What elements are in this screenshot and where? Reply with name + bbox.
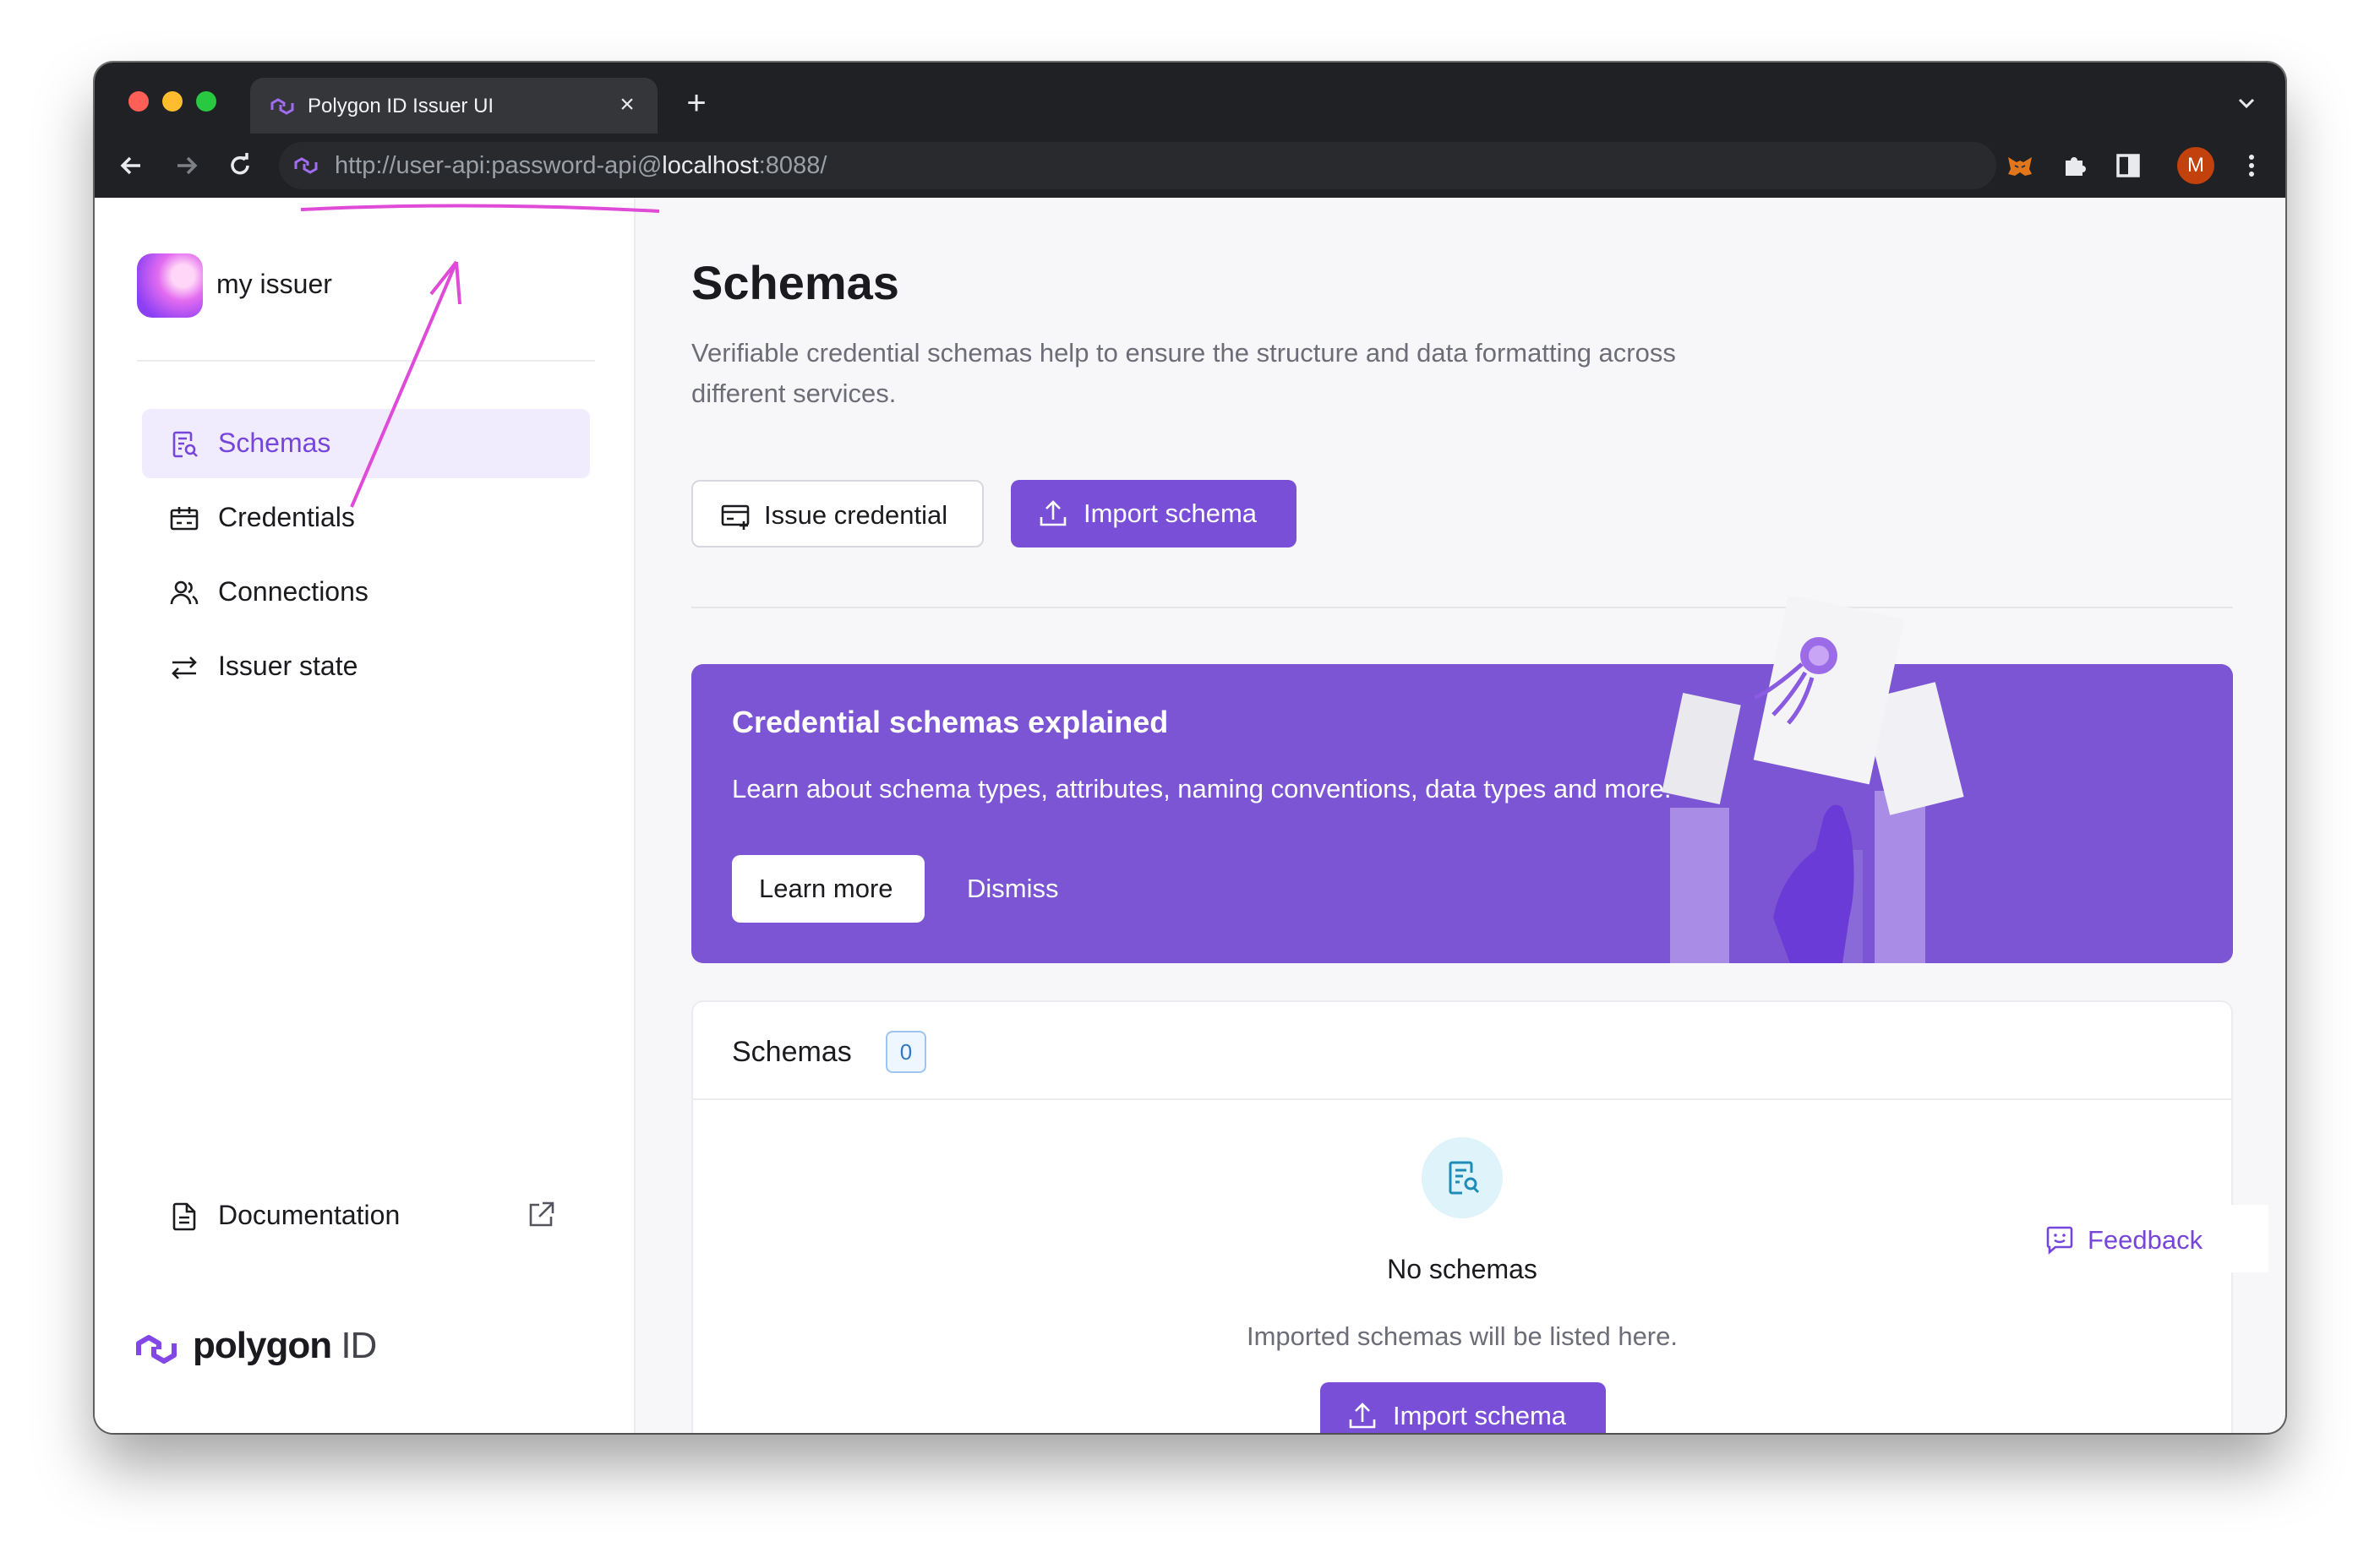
page-description: Verifiable credential schemas help to en… [691, 338, 1676, 408]
document-icon [172, 1202, 196, 1231]
dismiss-button[interactable]: Dismiss [967, 874, 1059, 904]
back-arrow-icon[interactable] [113, 147, 150, 184]
schema-icon [172, 431, 198, 458]
credential-icon [170, 507, 199, 531]
arrows-swap-icon [172, 656, 197, 679]
address-bar[interactable]: http://user-api:password-api@localhost:8… [279, 142, 1996, 189]
issue-credential-button[interactable]: Issue credential [691, 480, 984, 547]
feedback-label: Feedback [2088, 1225, 2203, 1255]
info-banner: Credential schemas explained Learn about… [691, 597, 2233, 963]
banner-title: Credential schemas explained [732, 705, 1169, 739]
sidebar-item-label: Connections [218, 576, 368, 607]
browser-menu-icon[interactable] [2233, 147, 2270, 184]
hand-holding-credential-illustration [1662, 597, 1964, 963]
empty-state-title: No schemas [1387, 1254, 1537, 1284]
profile-avatar[interactable]: M [2177, 147, 2214, 184]
documentation-link[interactable]: Documentation [142, 1191, 590, 1242]
tab-title: Polygon ID Issuer UI [308, 95, 494, 117]
import-schema-button[interactable]: Import schema [1011, 480, 1296, 547]
empty-state-description: Imported schemas will be listed here. [1246, 1321, 1678, 1351]
sidebar-item-label: Schemas [218, 428, 331, 458]
issuer-logo [137, 253, 203, 318]
users-icon [170, 580, 199, 605]
issuer-app: my issuer Schemas Credentials Connection… [95, 198, 2285, 1433]
browser-tab[interactable]: Polygon ID Issuer UI × [250, 78, 658, 133]
schemas-count-badge: 0 [886, 1031, 926, 1073]
feedback-icon [2046, 1226, 2073, 1255]
forward-arrow-icon[interactable] [167, 147, 205, 184]
issuer-name: my issuer [216, 269, 332, 299]
url-text: http://user-api:password-api@localhost:8… [335, 152, 827, 179]
learn-more-button[interactable]: Learn more [732, 855, 925, 923]
tab-search-chevron-icon[interactable] [2231, 88, 2262, 118]
reload-icon[interactable] [221, 147, 259, 184]
upload-icon [1040, 500, 1067, 526]
card-divider [693, 1098, 2231, 1100]
sidebar-item-label: Issuer state [218, 651, 358, 681]
browser-chrome: Polygon ID Issuer UI × + http://user-api… [95, 63, 2285, 198]
polygon-favicon-icon [270, 98, 294, 115]
sidebar-item-schemas[interactable]: Schemas [142, 409, 590, 478]
metamask-extension-icon[interactable] [2001, 147, 2039, 184]
empty-state-icon-wrap [1422, 1137, 1503, 1218]
card-title: Schemas [732, 1036, 852, 1068]
sidebar-item-credentials[interactable]: Credentials [142, 483, 590, 553]
external-link-icon [529, 1201, 554, 1227]
upload-icon [1349, 1403, 1376, 1429]
tab-close-icon[interactable]: × [614, 91, 641, 118]
side-panel-icon[interactable] [2110, 147, 2147, 184]
extensions-puzzle-icon[interactable] [2055, 147, 2093, 184]
polygon-site-icon [294, 157, 318, 174]
polygon-logo-icon [136, 1335, 177, 1364]
empty-import-schema-button[interactable]: Import schema [1320, 1382, 1606, 1433]
credential-add-icon [721, 504, 750, 530]
maximize-window-button[interactable] [196, 91, 216, 112]
sidebar-item-issuer-state[interactable]: Issuer state [142, 632, 590, 701]
browser-window: Polygon ID Issuer UI × + http://user-api… [95, 63, 2285, 1433]
sidebar-item-label: Credentials [218, 502, 355, 532]
polygon-id-wordmark: polygon ID [193, 1325, 377, 1366]
close-window-button[interactable] [128, 91, 149, 112]
sidebar-item-connections[interactable]: Connections [142, 558, 590, 627]
new-tab-icon[interactable]: + [678, 84, 715, 122]
page-title: Schemas [691, 256, 899, 309]
sidebar: my issuer Schemas Credentials Connection… [95, 198, 636, 1433]
sidebar-divider [137, 360, 595, 362]
schema-empty-icon [1449, 1161, 1480, 1195]
feedback-button[interactable]: Feedback [2015, 1205, 2268, 1272]
documentation-label: Documentation [218, 1200, 401, 1230]
schemas-table-card: Schemas 0 No schemas Imported schemas wi… [691, 1000, 2233, 1433]
banner-text: Learn about schema types, attributes, na… [732, 774, 1672, 804]
minimize-window-button[interactable] [162, 91, 183, 112]
